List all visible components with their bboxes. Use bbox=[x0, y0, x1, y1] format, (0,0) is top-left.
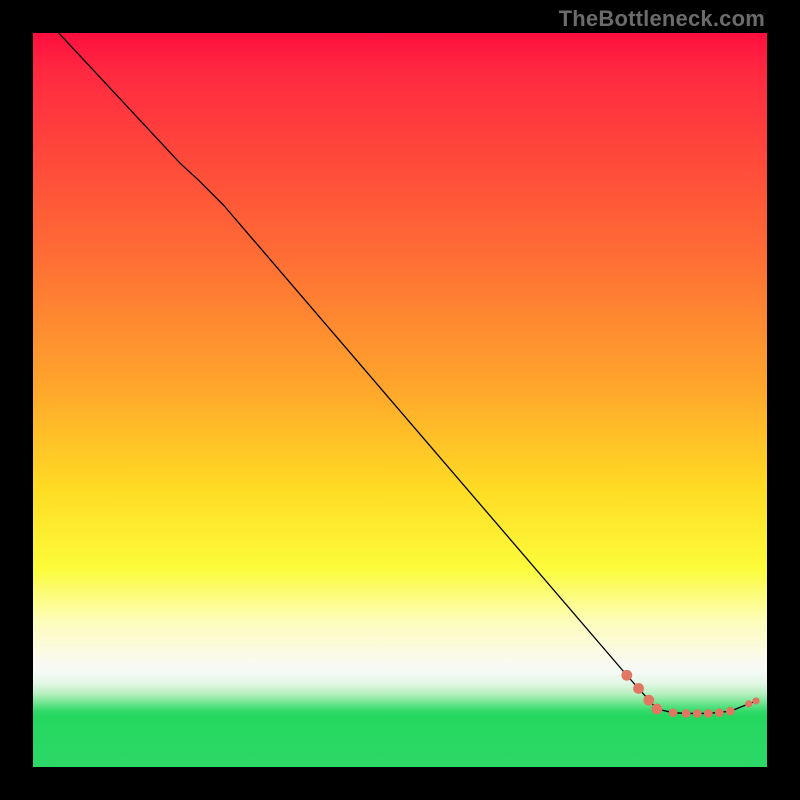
chart-marker bbox=[726, 707, 735, 716]
chart-marker bbox=[643, 695, 654, 706]
chart-marker bbox=[682, 709, 691, 718]
chart-overlay bbox=[33, 33, 767, 767]
chart-markers bbox=[621, 670, 759, 718]
chart-marker bbox=[633, 683, 644, 694]
chart-marker bbox=[715, 708, 724, 717]
chart-marker bbox=[752, 697, 759, 704]
chart-marker bbox=[704, 709, 713, 718]
chart-marker bbox=[652, 704, 663, 715]
chart-curve bbox=[59, 33, 756, 713]
chart-stage: TheBottleneck.com bbox=[0, 0, 800, 800]
chart-marker bbox=[745, 700, 752, 707]
watermark-label: TheBottleneck.com bbox=[559, 6, 765, 32]
chart-marker bbox=[621, 670, 632, 681]
chart-marker bbox=[669, 708, 678, 717]
chart-marker bbox=[693, 709, 702, 718]
